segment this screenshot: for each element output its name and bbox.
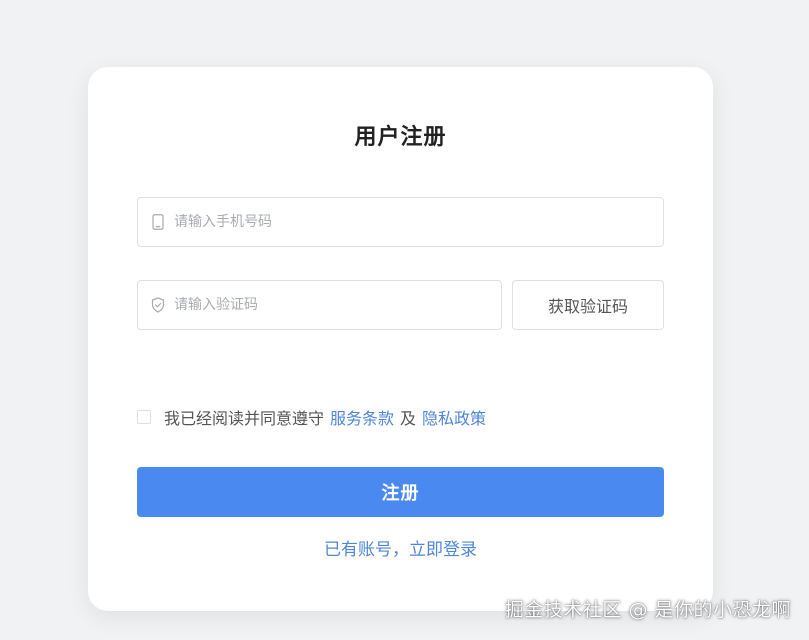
get-code-button[interactable]: 获取验证码 (512, 280, 664, 330)
mobile-icon (151, 213, 165, 231)
shield-icon (151, 296, 165, 314)
terms-link[interactable]: 服务条款 (330, 405, 394, 429)
login-link[interactable]: 已有账号，立即登录 (88, 535, 713, 560)
agreement-row: 我已经阅读并同意遵守 服务条款 及 隐私政策 (137, 405, 486, 429)
page: 用户注册 获取验证码 我已经阅读并同意遵守 服务条款 (0, 0, 809, 640)
agreement-conjunction: 及 (400, 409, 417, 428)
agreement-checkbox[interactable] (137, 410, 151, 424)
phone-field[interactable] (137, 197, 664, 247)
page-title: 用户注册 (354, 125, 447, 150)
register-card: 用户注册 获取验证码 我已经阅读并同意遵守 服务条款 (88, 67, 713, 611)
agreement-text: 我已经阅读并同意遵守 (164, 409, 325, 428)
privacy-link[interactable]: 隐私政策 (422, 405, 486, 429)
code-input[interactable] (174, 281, 501, 329)
code-field[interactable] (137, 280, 502, 330)
register-button[interactable]: 注册 (137, 467, 664, 517)
watermark: 掘金技术社区 @ 是你的小恐龙啊 (504, 599, 791, 621)
phone-input[interactable] (174, 198, 663, 246)
